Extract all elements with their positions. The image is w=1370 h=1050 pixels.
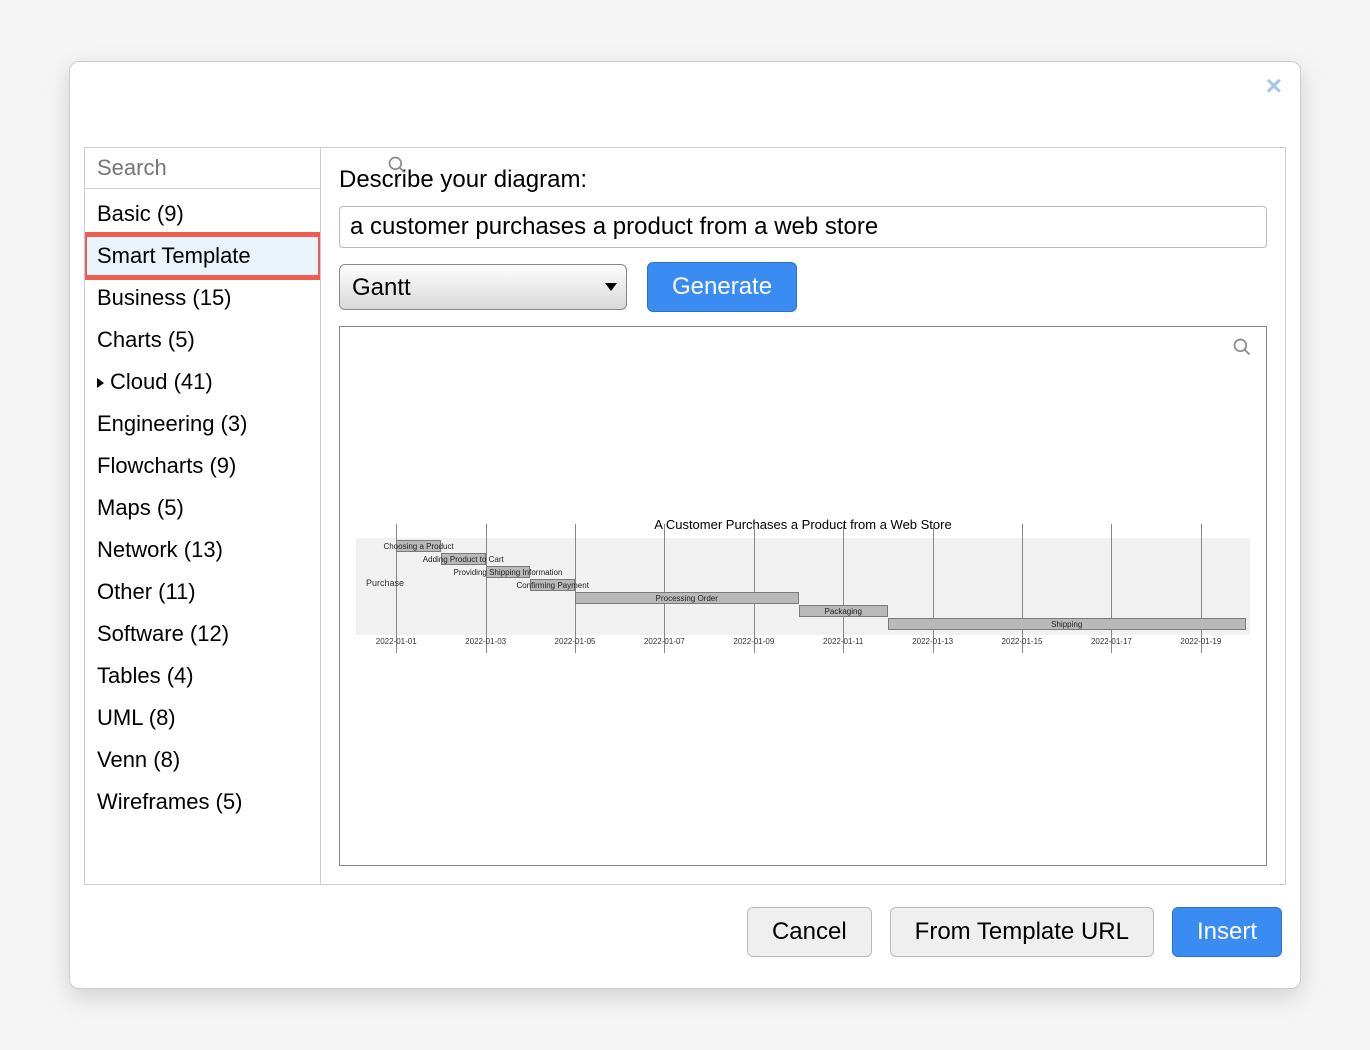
gantt-bar: Confirming Payment: [530, 579, 575, 591]
generate-button[interactable]: Generate: [647, 262, 797, 312]
xaxis-tick: 2022-01-09: [733, 637, 774, 646]
gantt-bar: Adding Product to Cart: [441, 553, 486, 565]
prompt-label: Describe your diagram:: [339, 166, 1267, 194]
category-label: UML (8): [97, 705, 176, 730]
category-item[interactable]: UML (8): [85, 697, 320, 739]
gantt-bar: Providing Shipping Information: [486, 566, 531, 578]
main-panel: Describe your diagram: Gantt Generate A …: [321, 148, 1285, 884]
dialog-body: Basic (9) Smart Template Business (15) Char…: [84, 147, 1286, 885]
xaxis-tick: 2022-01-17: [1091, 637, 1132, 646]
category-item[interactable]: Business (15): [85, 277, 320, 319]
category-item[interactable]: Software (12): [85, 613, 320, 655]
category-label: Smart Template: [97, 243, 251, 268]
zoom-icon[interactable]: [1232, 337, 1252, 363]
xaxis-tick: 2022-01-13: [912, 637, 953, 646]
search-icon: [387, 155, 407, 181]
category-label: Other (11): [97, 579, 196, 604]
template-dialog: × Basic (9) Smart Template Business (15) Ch…: [69, 61, 1301, 989]
category-label: Cloud (41): [110, 369, 213, 394]
gantt-row-label: Purchase: [366, 578, 404, 588]
diagram-type-select[interactable]: Gantt: [339, 264, 627, 310]
category-label: Engineering (3): [97, 411, 247, 436]
gantt-bar: Choosing a Product: [396, 540, 441, 552]
xaxis-tick: 2022-01-11: [823, 637, 863, 646]
insert-button[interactable]: Insert: [1172, 907, 1282, 957]
xaxis-tick: 2022-01-15: [1002, 637, 1043, 646]
category-label: Charts (5): [97, 327, 195, 352]
category-label: Venn (8): [97, 747, 180, 772]
category-item[interactable]: Network (13): [85, 529, 320, 571]
category-label: Flowcharts (9): [97, 453, 236, 478]
from-template-url-button[interactable]: From Template URL: [890, 907, 1154, 957]
search-input[interactable]: [95, 154, 387, 182]
gantt-xaxis: 2022-01-01 2022-01-03 2022-01-05 2022-01-07…: [356, 635, 1250, 655]
category-item[interactable]: Tables (4): [85, 655, 320, 697]
category-item[interactable]: Charts (5): [85, 319, 320, 361]
category-label: Wireframes (5): [97, 789, 242, 814]
gantt-chart: A Customer Purchases a Product from a We…: [356, 517, 1250, 655]
category-item[interactable]: Wireframes (5): [85, 781, 320, 823]
cancel-button[interactable]: Cancel: [747, 907, 872, 957]
xaxis-tick: 2022-01-05: [555, 637, 596, 646]
controls-row: Gantt Generate: [339, 262, 1267, 312]
category-label: Business (15): [97, 285, 232, 310]
search-box: [85, 148, 320, 189]
gantt-bar: Packaging: [799, 605, 888, 617]
category-label: Tables (4): [97, 663, 194, 688]
category-list[interactable]: Basic (9) Smart Template Business (15) Char…: [85, 189, 320, 884]
category-item[interactable]: Basic (9): [85, 193, 320, 235]
category-item[interactable]: Flowcharts (9): [85, 445, 320, 487]
gantt-bar: Shipping: [888, 618, 1246, 630]
sidebar: Basic (9) Smart Template Business (15) Char…: [85, 148, 321, 884]
category-label: Software (12): [97, 621, 229, 646]
category-item[interactable]: Other (11): [85, 571, 320, 613]
category-item[interactable]: Smart Template: [85, 235, 320, 277]
chevron-right-icon: [97, 378, 104, 388]
xaxis-tick: 2022-01-07: [644, 637, 685, 646]
description-input[interactable]: [339, 206, 1267, 248]
dialog-footer: Cancel From Template URL Insert: [70, 885, 1300, 979]
category-item[interactable]: Maps (5): [85, 487, 320, 529]
category-label: Basic (9): [97, 201, 184, 226]
category-label: Maps (5): [97, 495, 184, 520]
category-label: Network (13): [97, 537, 223, 562]
chart-title: A Customer Purchases a Product from a We…: [356, 517, 1250, 532]
category-item[interactable]: Cloud (41): [85, 361, 320, 403]
xaxis-tick: 2022-01-01: [376, 637, 417, 646]
gantt-body: Purchase Choosing a ProductAdding Produc…: [356, 538, 1250, 635]
category-item[interactable]: Venn (8): [85, 739, 320, 781]
preview-pane: A Customer Purchases a Product from a We…: [339, 326, 1267, 866]
close-button[interactable]: ×: [1266, 72, 1282, 100]
gantt-bar: Processing Order: [575, 592, 799, 604]
category-item[interactable]: Engineering (3): [85, 403, 320, 445]
xaxis-tick: 2022-01-19: [1180, 637, 1221, 646]
xaxis-tick: 2022-01-03: [465, 637, 506, 646]
